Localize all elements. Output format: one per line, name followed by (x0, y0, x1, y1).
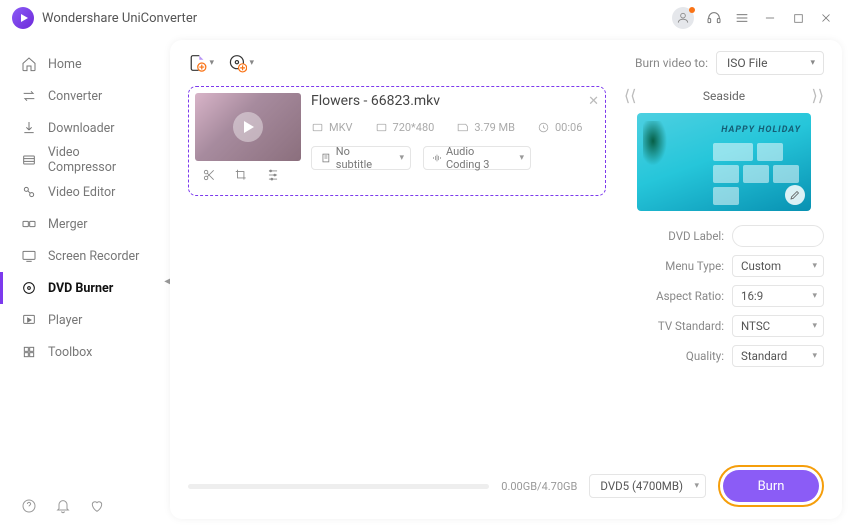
sidebar-item-label: Downloader (48, 121, 115, 136)
file-resolution: 720*480 (393, 121, 435, 134)
account-icon[interactable] (672, 7, 694, 29)
file-duration: 00:06 (555, 121, 582, 134)
sidebar-item-label: Home (48, 57, 82, 72)
sidebar-item-home[interactable]: Home (0, 48, 170, 80)
burn-to-label: Burn video to: (635, 56, 708, 70)
bell-icon[interactable] (54, 497, 72, 515)
hamburger-menu-icon[interactable] (730, 6, 754, 30)
burn-button[interactable]: Burn (723, 470, 819, 502)
size-progress-bar (188, 484, 489, 489)
dvd-label-field[interactable] (732, 225, 824, 247)
effect-icon[interactable] (265, 167, 281, 183)
maximize-button[interactable] (786, 6, 810, 30)
sidebar: Home Converter Downloader Video Compress… (0, 36, 170, 527)
burn-highlight: Burn (718, 465, 824, 507)
sidebar-item-label: Player (48, 313, 82, 328)
trim-icon[interactable] (201, 167, 217, 183)
remove-file-icon[interactable]: ✕ (588, 94, 599, 109)
file-card: Flowers - 66823.mkv ✕ MKV 720*480 3.79 M… (188, 86, 606, 196)
load-dvd-button[interactable]: ▾ (228, 50, 254, 76)
sidebar-item-label: Converter (48, 89, 102, 104)
edit-template-icon[interactable] (785, 185, 805, 205)
tv-standard-label: TV Standard: (658, 319, 724, 333)
sidebar-item-label: Toolbox (48, 345, 92, 360)
menu-type-label: Menu Type: (665, 259, 724, 273)
headset-icon[interactable] (702, 6, 726, 30)
sidebar-item-editor[interactable]: Video Editor (0, 176, 170, 208)
crop-icon[interactable] (233, 167, 249, 183)
sidebar-item-dvd-burner[interactable]: DVD Burner (0, 272, 170, 304)
sidebar-item-label: Screen Recorder (48, 249, 139, 264)
menu-type-select[interactable]: Custom (732, 255, 824, 277)
sidebar-item-label: Merger (48, 217, 88, 232)
template-preview[interactable]: HAPPY HOLIDAY (637, 113, 811, 211)
downloader-icon (20, 120, 38, 136)
player-icon (20, 312, 38, 328)
home-icon (20, 56, 38, 72)
quality-label: Quality: (686, 349, 724, 363)
audio-select[interactable]: Audio Coding 3 (423, 146, 531, 170)
sidebar-item-label: Video Editor (48, 185, 115, 200)
video-thumbnail[interactable] (195, 93, 301, 161)
tv-standard-select[interactable]: NTSC (732, 315, 824, 337)
toolbox-icon (20, 344, 38, 360)
main-toolbar: ▾ ▾ Burn video to: ISO File (170, 40, 842, 86)
size-text: 0.00GB/4.70GB (501, 480, 577, 493)
dvd-label-label: DVD Label: (668, 229, 724, 243)
converter-icon (20, 88, 38, 104)
main-panel: ▾ ▾ Burn video to: ISO File (170, 40, 842, 519)
app-logo-icon (12, 7, 34, 29)
help-icon[interactable] (20, 497, 38, 515)
disc-type-select[interactable]: DVD5 (4700MB) (589, 474, 706, 498)
sidebar-item-recorder[interactable]: Screen Recorder (0, 240, 170, 272)
sidebar-item-toolbox[interactable]: Toolbox (0, 336, 170, 368)
compressor-icon (20, 152, 38, 168)
recorder-icon (20, 248, 38, 264)
close-button[interactable] (814, 6, 838, 30)
dvd-burner-icon (20, 280, 38, 296)
aspect-ratio-select[interactable]: 16:9 (732, 285, 824, 307)
sidebar-item-downloader[interactable]: Downloader (0, 112, 170, 144)
sidebar-item-label: DVD Burner (48, 281, 113, 296)
subtitle-select[interactable]: No subtitle (311, 146, 411, 170)
file-title: Flowers - 66823.mkv (311, 93, 440, 109)
sidebar-item-player[interactable]: Player (0, 304, 170, 336)
template-prev-icon[interactable]: ⟨⟨ (624, 86, 636, 105)
play-icon (233, 112, 263, 142)
sidebar-item-converter[interactable]: Converter (0, 80, 170, 112)
bottom-bar: 0.00GB/4.70GB DVD5 (4700MB) Burn (170, 453, 842, 519)
minimize-button[interactable] (758, 6, 782, 30)
aspect-ratio-label: Aspect Ratio: (656, 289, 724, 303)
merger-icon (20, 216, 38, 232)
editor-icon (20, 184, 38, 200)
burn-target-select[interactable]: ISO File (716, 51, 824, 75)
quality-select[interactable]: Standard (732, 345, 824, 367)
file-format: MKV (329, 121, 353, 134)
app-title: Wondershare UniConverter (42, 11, 197, 26)
template-next-icon[interactable]: ⟩⟩ (812, 86, 824, 105)
template-preview-title: HAPPY HOLIDAY (721, 125, 801, 135)
titlebar: Wondershare UniConverter (0, 0, 850, 36)
template-name: Seaside (703, 89, 745, 103)
file-size: 3.79 MB (474, 121, 515, 134)
add-file-button[interactable]: ▾ (188, 50, 214, 76)
sidebar-item-merger[interactable]: Merger (0, 208, 170, 240)
feedback-icon[interactable] (88, 497, 106, 515)
sidebar-item-compressor[interactable]: Video Compressor (0, 144, 170, 176)
sidebar-item-label: Video Compressor (48, 145, 150, 175)
